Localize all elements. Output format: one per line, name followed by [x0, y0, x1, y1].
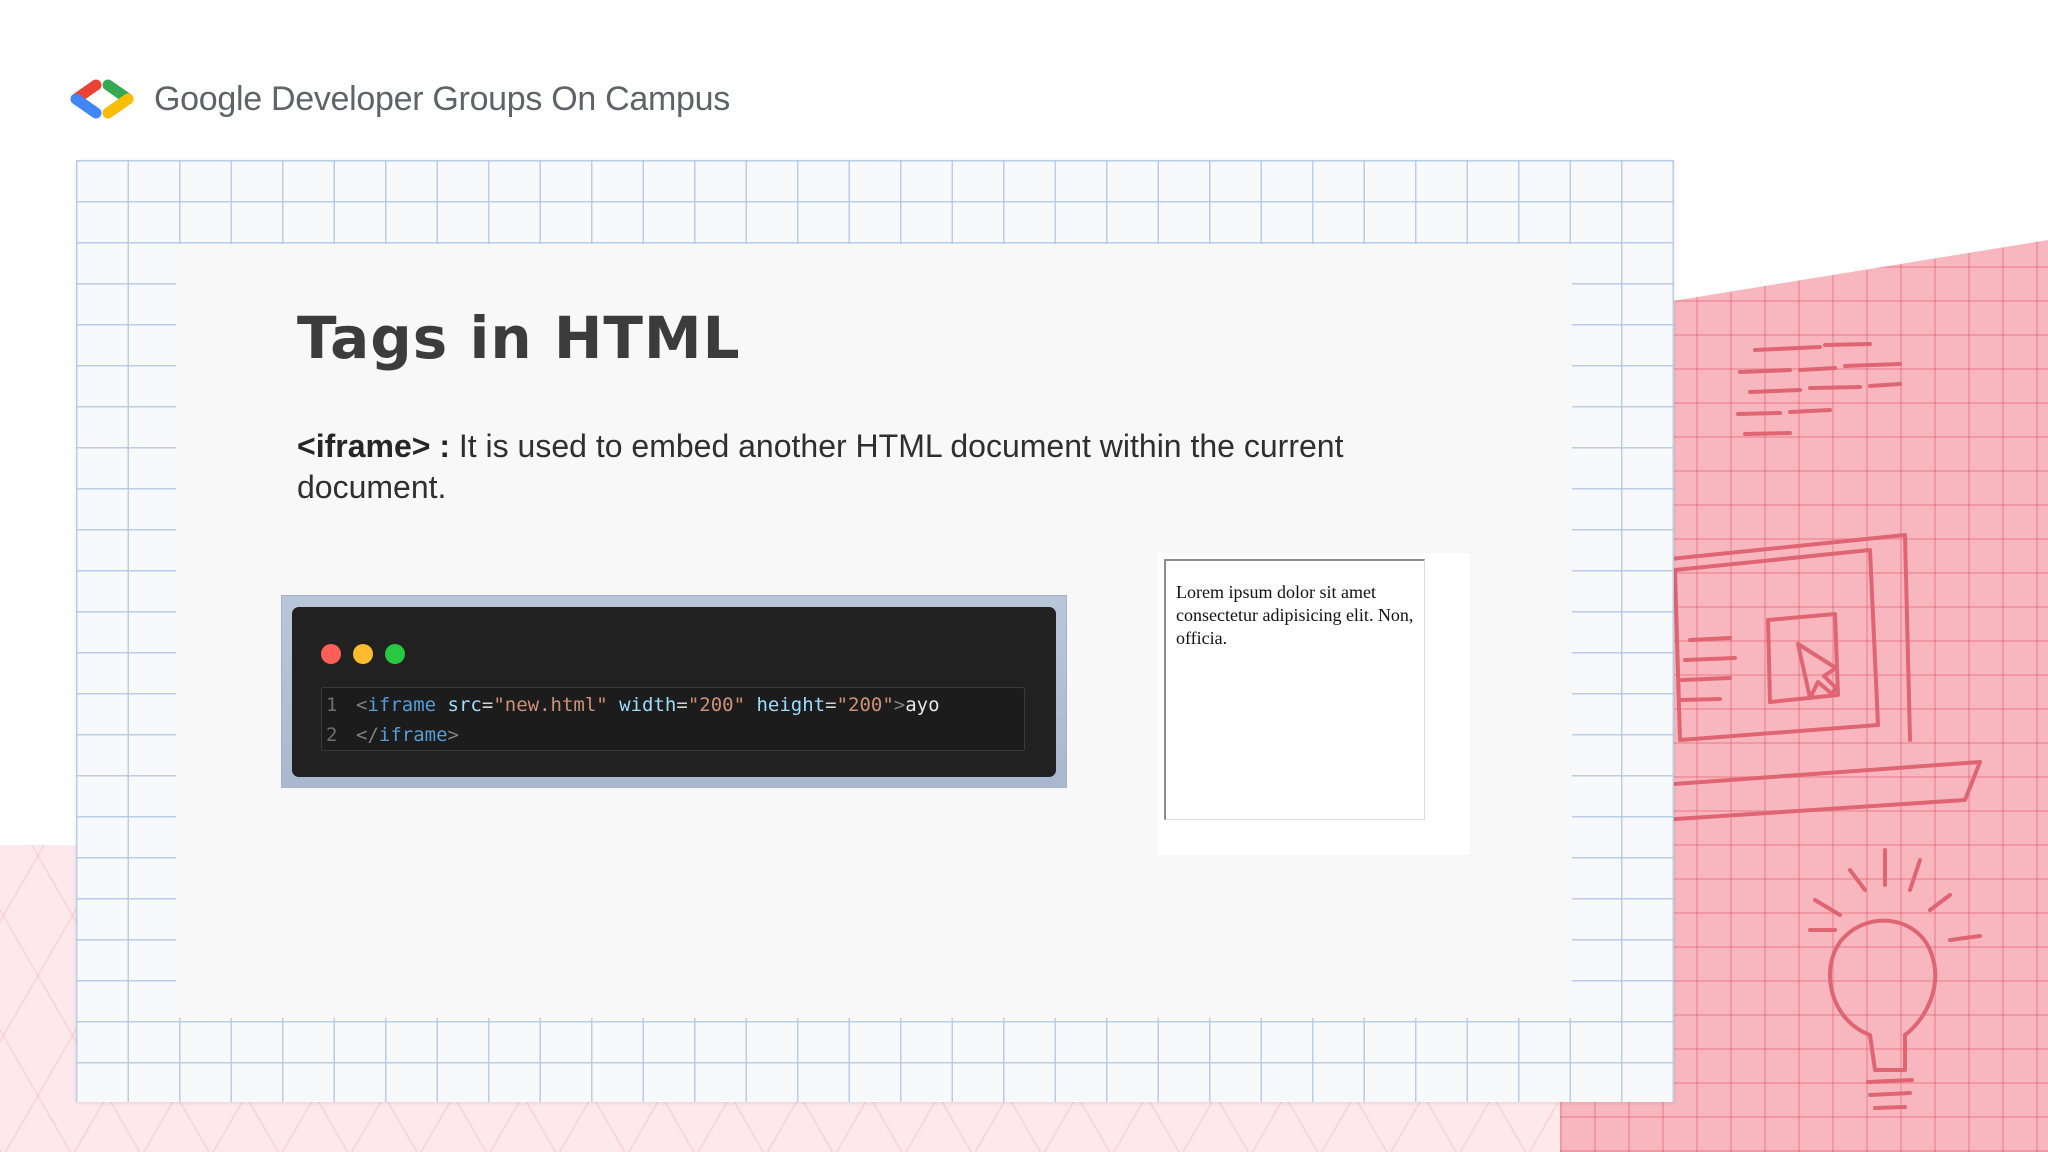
window-maximize-dot-icon: [385, 644, 405, 664]
window-close-dot-icon: [321, 644, 341, 664]
code-tag: iframe: [378, 724, 448, 746]
description-text: It is used to embed another HTML documen…: [297, 428, 1344, 505]
code-string: "new.html": [493, 694, 608, 716]
brand-text: Google Developer Groups On Campus: [154, 79, 730, 118]
code-line: 2 </ iframe >: [322, 720, 1024, 750]
code-bracket: <: [356, 694, 368, 716]
code-text: ayo: [905, 694, 940, 716]
code-window: 1 < iframe src = "new.html" width = "200…: [292, 607, 1056, 777]
slide-title: Tags in HTML: [297, 304, 741, 372]
code-attr: src: [447, 694, 482, 716]
code-bracket: </: [356, 724, 379, 746]
code-tag: iframe: [367, 694, 437, 716]
gdg-chevron-logo-icon: [70, 79, 134, 119]
code-bracket: >: [893, 694, 906, 716]
line-number: 2: [326, 724, 338, 746]
code-bracket: >: [447, 724, 459, 746]
code-attr: width: [619, 694, 677, 716]
gdg-header: Google Developer Groups On Campus: [66, 74, 730, 124]
line-number: 1: [326, 694, 338, 716]
window-minimize-dot-icon: [353, 644, 373, 664]
code-snippet-frame: 1 < iframe src = "new.html" width = "200…: [281, 595, 1067, 788]
code-string: "200": [687, 694, 746, 716]
code-line: 1 < iframe src = "new.html" width = "200…: [322, 690, 1024, 720]
iframe-preview[interactable]: Lorem ipsum dolor sit amet consectetur a…: [1164, 559, 1425, 820]
iframe-preview-text: Lorem ipsum dolor sit amet consectetur a…: [1176, 582, 1414, 648]
code-editor: 1 < iframe src = "new.html" width = "200…: [321, 687, 1025, 751]
code-attr: height: [756, 694, 826, 716]
slide-description: <iframe> : It is used to embed another H…: [297, 426, 1357, 508]
code-string: "200": [836, 694, 894, 716]
iframe-preview-card: Lorem ipsum dolor sit amet consectetur a…: [1158, 553, 1470, 855]
description-tag-label: <iframe> :: [297, 428, 450, 464]
laptop-lightbulb-sketch-illustration: [1660, 342, 1982, 1110]
